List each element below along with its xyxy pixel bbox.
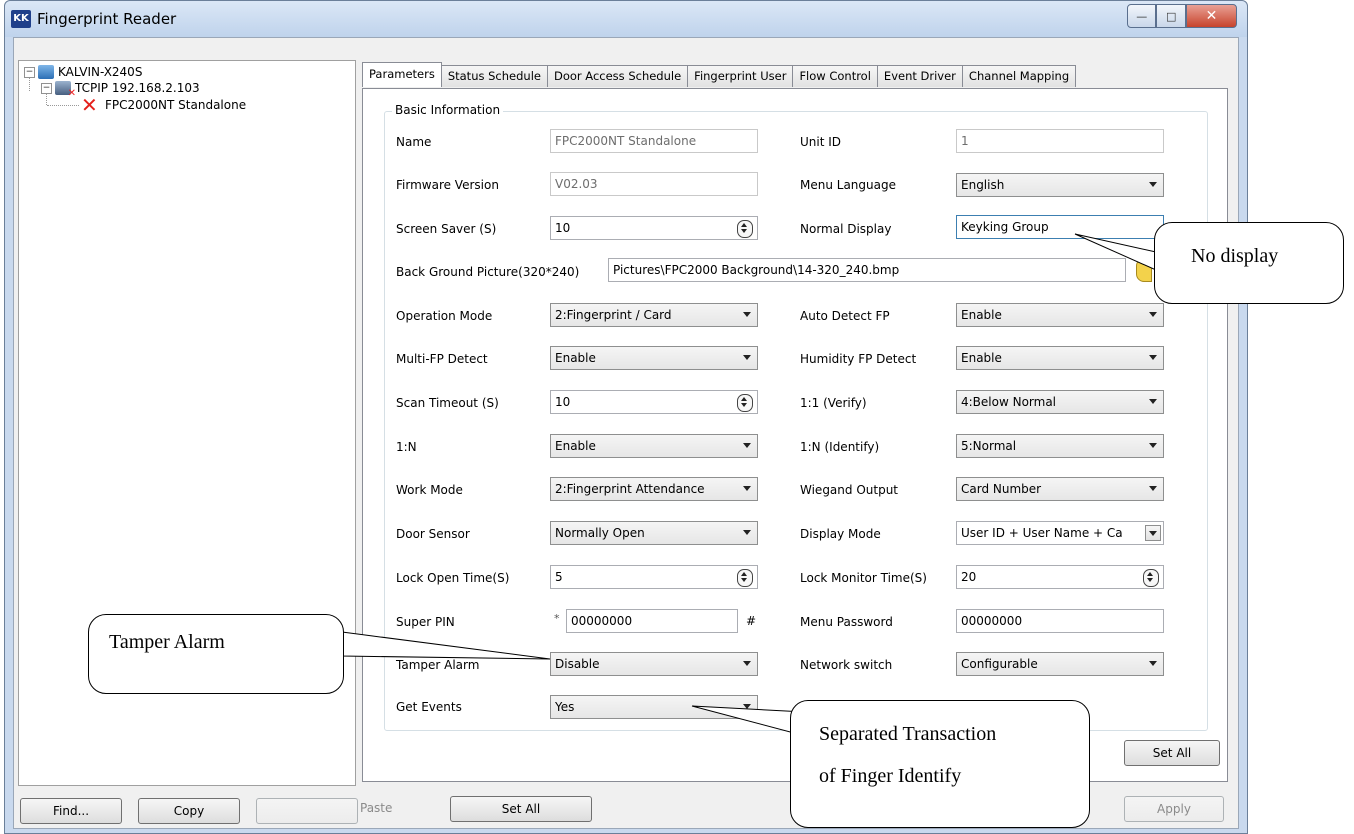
- tamper-alarm-callout: Tamper Alarm: [88, 614, 344, 694]
- tab-parameters[interactable]: Parameters: [362, 62, 442, 87]
- no-display-callout-text: No display: [1191, 245, 1279, 267]
- separated-callout-line1: Separated Transaction: [819, 723, 997, 745]
- separated-transaction-callout: Separated Transaction of Finger Identify: [790, 700, 1090, 828]
- no-display-callout: No display: [1154, 222, 1344, 304]
- tamper-alarm-callout-text: Tamper Alarm: [109, 631, 225, 653]
- separated-callout-line2: of Finger Identify: [819, 765, 962, 787]
- callout-pointers: [341, 233, 1157, 743]
